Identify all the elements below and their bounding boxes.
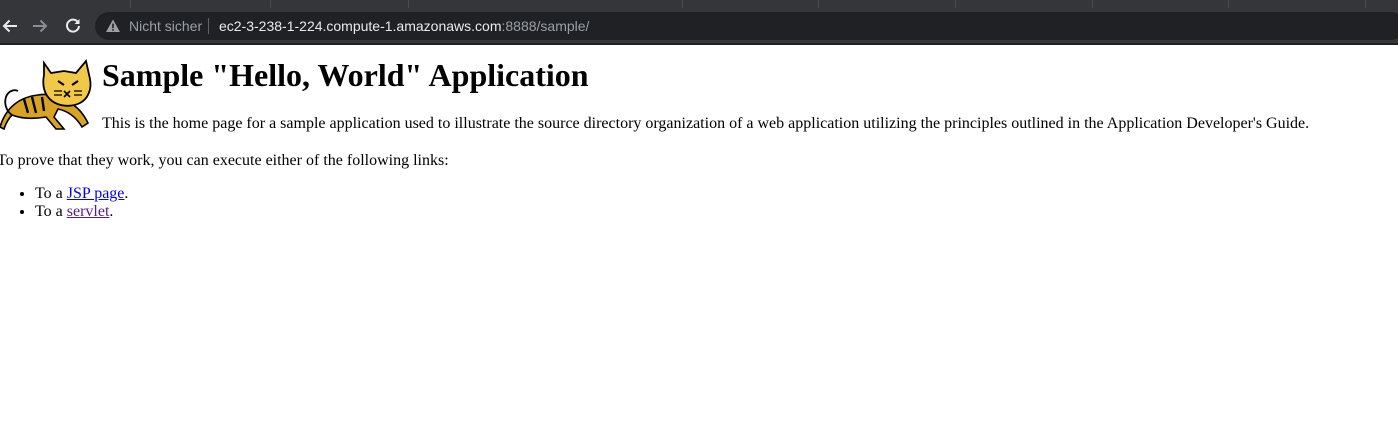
back-arrow-icon xyxy=(2,19,17,33)
page-content: Sample "Hello, World" Application This i… xyxy=(0,45,1398,426)
reload-icon xyxy=(66,18,80,33)
instructions-paragraph: To prove that they work, you can execute… xyxy=(0,152,449,169)
tab-divider xyxy=(130,0,131,8)
list-item-prefix: To a xyxy=(35,203,67,220)
list-item-prefix: To a xyxy=(35,185,67,202)
security-status-label[interactable]: Nicht sicher xyxy=(129,17,202,35)
tab-divider xyxy=(955,0,956,8)
intro-paragraph: This is the home page for a sample appli… xyxy=(102,115,1310,132)
tab-divider xyxy=(682,0,683,8)
list-item-suffix: . xyxy=(109,203,114,220)
tab-divider xyxy=(270,0,271,8)
tomcat-logo-icon xyxy=(0,59,92,131)
tab-divider xyxy=(1092,0,1093,8)
url-host: ec2-3-238-1-224.compute-1.amazonaws.com xyxy=(219,18,502,34)
back-button[interactable] xyxy=(0,14,22,38)
forward-arrow-icon xyxy=(33,19,48,33)
jsp-page-link[interactable]: JSP page xyxy=(67,185,125,202)
tab-divider xyxy=(1365,0,1366,8)
url-text[interactable]: ec2-3-238-1-224.compute-1.amazonaws.com:… xyxy=(219,17,589,35)
list-item: To a JSP page. xyxy=(35,185,128,203)
warning-icon[interactable] xyxy=(105,18,121,34)
tab-divider xyxy=(408,0,409,8)
tab-divider xyxy=(1228,0,1229,8)
tab-divider xyxy=(818,0,819,8)
url-port-path: :8888/sample/ xyxy=(501,18,590,34)
address-bar-separator xyxy=(208,18,209,34)
list-item: To a servlet. xyxy=(35,203,128,221)
tab-strip xyxy=(0,0,1398,10)
reload-button[interactable] xyxy=(61,14,85,38)
sample-links-list: To a JSP page. To a servlet. xyxy=(0,185,128,221)
forward-button[interactable] xyxy=(28,14,52,38)
page-title: Sample "Hello, World" Application xyxy=(102,57,589,93)
servlet-link[interactable]: servlet xyxy=(67,203,110,220)
list-item-suffix: . xyxy=(124,185,129,202)
